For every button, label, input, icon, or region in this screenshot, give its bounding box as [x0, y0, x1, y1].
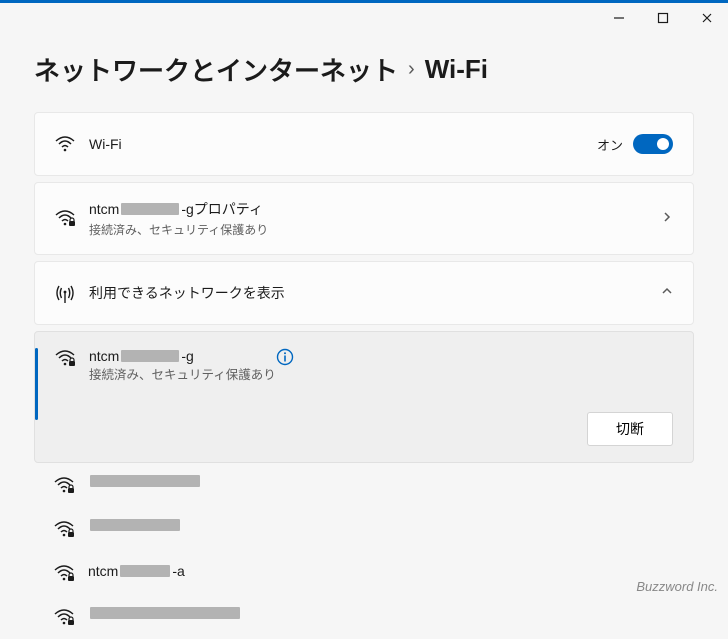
network-status: 接続済み、セキュリティ保護あり — [89, 368, 276, 382]
wifi-secure-icon — [54, 609, 88, 627]
network-item[interactable] — [34, 507, 694, 551]
chevron-right-icon — [661, 210, 673, 228]
wifi-state-label: オン — [597, 135, 623, 154]
network-name — [88, 475, 202, 487]
minimize-button[interactable] — [610, 9, 628, 27]
chevron-up-icon — [661, 284, 673, 302]
wifi-secure-icon — [55, 350, 89, 368]
network-item[interactable] — [34, 595, 694, 639]
redacted-text — [90, 475, 200, 487]
window-titlebar — [0, 3, 728, 33]
network-item-selected[interactable]: ntcm -g 接続済み、セキュリティ保護あり — [34, 331, 694, 463]
disconnect-button[interactable]: 切断 — [587, 412, 673, 446]
wifi-toggle-label: Wi-Fi — [89, 136, 597, 152]
maximize-button[interactable] — [654, 9, 672, 27]
redacted-text — [121, 350, 179, 362]
available-networks-label: 利用できるネットワークを表示 — [89, 283, 661, 303]
network-item[interactable]: ntcm -a — [34, 551, 694, 595]
antenna-icon — [55, 283, 89, 303]
network-name: ntcm -g — [89, 348, 276, 364]
close-button[interactable] — [698, 9, 716, 27]
connected-network-card[interactable]: ntcm -g プロパティ 接続済み、セキュリティ保護あり — [34, 182, 694, 255]
redacted-text — [120, 565, 170, 577]
wifi-icon — [55, 136, 89, 152]
redacted-text — [90, 519, 180, 531]
available-networks-list: ntcm -g 接続済み、セキュリティ保護あり — [34, 331, 694, 639]
wifi-toggle[interactable] — [633, 134, 673, 154]
connected-network-status: 接続済み、セキュリティ保護あり — [89, 221, 661, 238]
network-name: ntcm -a — [88, 563, 185, 579]
wifi-secure-icon — [54, 477, 88, 495]
redacted-text — [121, 203, 179, 215]
breadcrumb-current: Wi-Fi — [425, 54, 488, 85]
wifi-secure-icon — [55, 210, 89, 228]
network-name — [88, 607, 242, 619]
breadcrumb: ネットワークとインターネット › Wi-Fi — [34, 51, 694, 88]
network-item[interactable] — [34, 463, 694, 507]
breadcrumb-parent[interactable]: ネットワークとインターネット — [34, 51, 398, 88]
available-networks-card[interactable]: 利用できるネットワークを表示 — [34, 261, 694, 325]
info-icon[interactable] — [276, 348, 294, 371]
watermark: Buzzword Inc. — [636, 579, 718, 594]
wifi-secure-icon — [54, 521, 88, 539]
wifi-secure-icon — [54, 565, 88, 583]
wifi-toggle-card: Wi-Fi オン — [34, 112, 694, 176]
connected-network-name: ntcm -g プロパティ — [89, 199, 661, 219]
chevron-right-icon: › — [408, 58, 415, 81]
network-name — [88, 519, 182, 531]
redacted-text — [90, 607, 240, 619]
